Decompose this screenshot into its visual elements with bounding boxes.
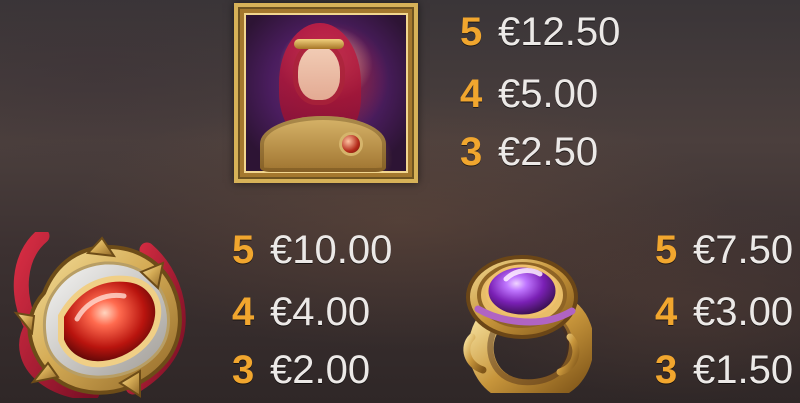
payout-amount: €12.50 xyxy=(498,10,621,54)
crown-detail xyxy=(294,39,344,49)
payout-count: 5 xyxy=(655,228,678,272)
payout-amount: €3.00 xyxy=(693,290,794,334)
payout-count: 4 xyxy=(460,72,483,116)
payout-count: 3 xyxy=(460,130,483,174)
queen-portrait-icon xyxy=(234,3,418,183)
amulet-icon xyxy=(13,232,186,398)
payout-amount: €4.00 xyxy=(270,290,371,334)
payout-count: 5 xyxy=(460,10,483,54)
payout-amount: €1.50 xyxy=(693,348,794,392)
payout-count: 3 xyxy=(655,348,678,392)
ring-payout-table: 5 €7.50 4 €3.00 3 €1.50 xyxy=(655,229,795,395)
ring-icon xyxy=(463,255,592,393)
payout-count: 4 xyxy=(655,290,678,334)
gem-detail xyxy=(342,135,360,153)
payout-amount: €2.00 xyxy=(270,348,371,392)
payout-count: 3 xyxy=(232,348,255,392)
armor-detail xyxy=(260,116,386,172)
payout-amount: €10.00 xyxy=(270,228,393,272)
payout-amount: €5.00 xyxy=(498,72,599,116)
face-detail xyxy=(298,46,340,100)
amulet-payout-table: 5 €10.00 4 €4.00 3 €2.00 xyxy=(232,229,402,395)
payout-count: 4 xyxy=(232,290,255,334)
portrait-payout-table: 5 €12.50 4 €5.00 3 €2.50 xyxy=(460,11,630,177)
payout-amount: €2.50 xyxy=(498,130,599,174)
payout-amount: €7.50 xyxy=(693,228,794,272)
payout-count: 5 xyxy=(232,228,255,272)
